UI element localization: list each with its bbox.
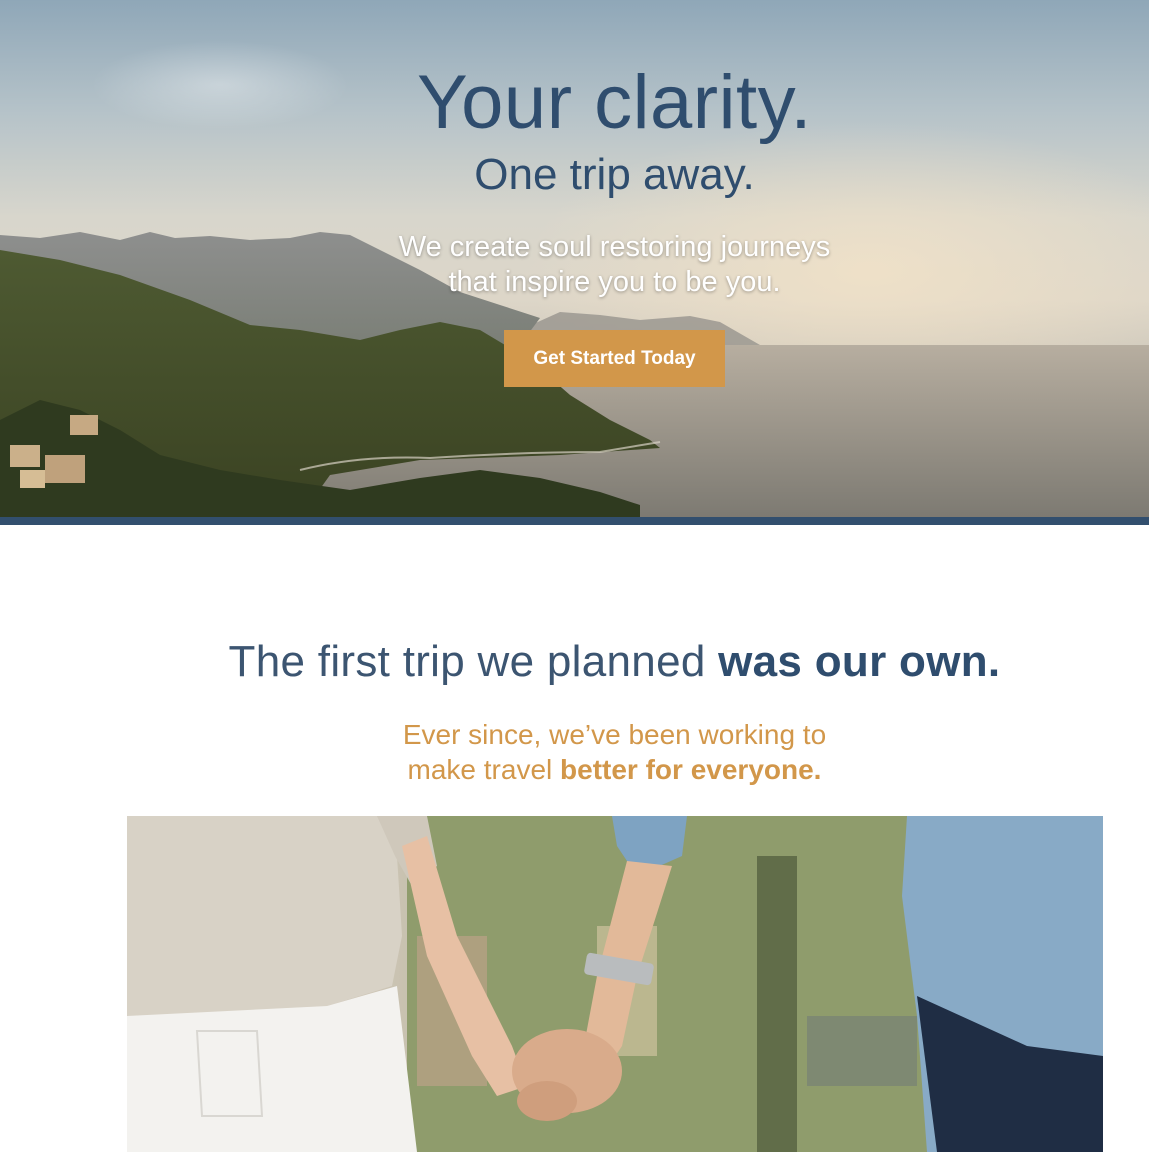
hero-banner: Your clarity. One trip away. We create s… <box>0 0 1149 517</box>
story-subheading: Ever since, we’ve been working to make t… <box>0 717 1149 787</box>
story-heading: The first trip we planned was our own. <box>0 634 1149 690</box>
story-sub-line-2: make travel better for everyone. <box>80 752 1149 787</box>
holding-hands-illustration <box>127 816 1103 1152</box>
holding-hands-photo <box>127 816 1103 1152</box>
story-heading-bold: was our own. <box>718 637 1001 686</box>
hero-bottom-bar <box>0 517 1149 525</box>
hero-subtitle: One trip away. <box>474 150 755 199</box>
get-started-button[interactable]: Get Started Today <box>504 330 725 387</box>
hero-tagline-line-2: that inspire you to be you. <box>448 266 781 298</box>
story-sub-line-1: Ever since, we’ve been working to <box>402 719 827 750</box>
story-sub-line-2-light: make travel <box>407 754 553 785</box>
hero-tagline-line-1: We create soul restoring journeys <box>398 231 831 263</box>
story-sub-line-2-bold: better for everyone. <box>560 754 822 785</box>
hero-title: Your clarity. <box>416 60 813 145</box>
story-heading-light: The first trip we planned <box>228 637 706 686</box>
hero-tagline: We create soul restoring journeys that i… <box>0 230 1149 300</box>
